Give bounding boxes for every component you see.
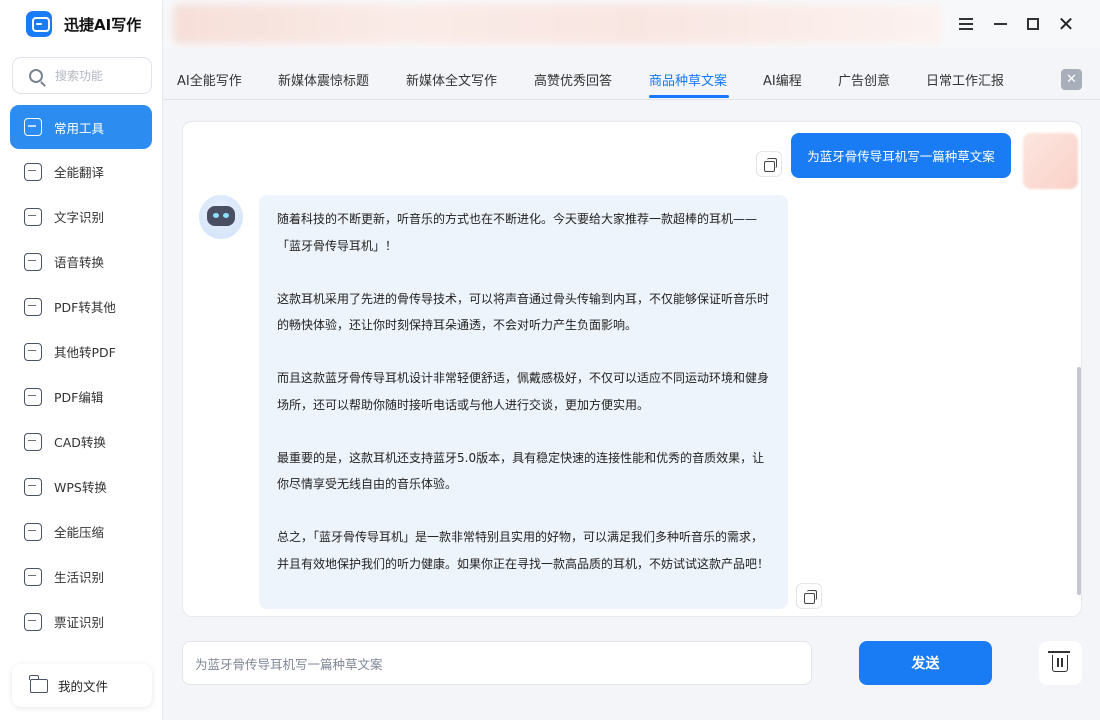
title-bar: ✕ [163, 0, 1100, 48]
wps-convert-icon [24, 477, 42, 496]
menu-icon[interactable] [954, 12, 978, 36]
blurred-banner [173, 4, 943, 44]
sidebar-item-wps-convert[interactable]: WPS转换 [10, 464, 152, 509]
copy-icon[interactable] [756, 151, 782, 177]
tab-ai-writing[interactable]: AI全能写作 [177, 70, 242, 89]
send-button-label: 发送 [911, 656, 940, 672]
user-message-text: 为蓝牙骨传导耳机写一篇种草文案 [807, 149, 995, 164]
sidebar-item-cad-convert[interactable]: CAD转换 [10, 419, 152, 464]
to-pdf-icon [24, 342, 42, 361]
sidebar-item-text-recognition[interactable]: 文字识别 [10, 194, 152, 239]
send-button[interactable]: 发送 [859, 641, 992, 685]
tab-daily-report[interactable]: 日常工作汇报 [926, 70, 1004, 89]
minimize-icon [993, 23, 1007, 25]
sidebar: 迅捷AI写作 搜索功能 常用工具 全能翻译 文字识别 语音转换 PDF转其他 其… [0, 0, 163, 720]
prompt-input-text: 为蓝牙骨传导耳机写一篇种草文案 [195, 656, 383, 672]
sidebar-item-label: PDF转其他 [54, 300, 116, 315]
maximize-icon [1027, 18, 1039, 30]
prompt-input[interactable]: 为蓝牙骨传导耳机写一篇种草文案 [182, 641, 812, 685]
tab-bar: AI全能写作 新媒体震惊标题 新媒体全文写作 高赞优秀回答 商品种草文案 AI编… [163, 48, 1100, 100]
close-window-button[interactable]: ✕ [1054, 12, 1078, 36]
sidebar-item-label: 语音转换 [54, 255, 105, 270]
sidebar-item-label: 常用工具 [54, 120, 105, 136]
tab-ad-ideas[interactable]: 广告创意 [838, 70, 890, 89]
sidebar-item-compress[interactable]: 全能压缩 [10, 509, 152, 554]
bot-paragraph: 这款耳机采用了先进的骨传导技术，可以将声音通过骨头传输到内耳，不仅能够保证听音乐… [277, 291, 770, 333]
sidebar-item-life-recognition[interactable]: 生活识别 [10, 554, 152, 599]
search-icon [29, 68, 43, 83]
cad-convert-icon [24, 432, 42, 451]
sidebar-nav: 常用工具 全能翻译 文字识别 语音转换 PDF转其他 其他转PDF PDF编辑 [10, 105, 152, 644]
translate-icon [24, 162, 42, 181]
tab-product-promo[interactable]: 商品种草文案 [649, 70, 727, 89]
app-title: 迅捷AI写作 [64, 15, 142, 34]
bot-paragraph: 总之，「蓝牙骨传导耳机」是一款非常特别且实用的好物，可以满足我们多种听音乐的需求… [277, 530, 770, 571]
sidebar-item-common-tools[interactable]: 常用工具 [10, 105, 152, 149]
sidebar-item-label: CAD转换 [54, 435, 106, 450]
sidebar-item-ticket-recognition[interactable]: 票证识别 [10, 599, 152, 644]
bot-paragraph: 最重要的是，这款耳机还支持蓝牙5.0版本，具有稳定快速的连接性能和优秀的音质效果… [277, 450, 765, 492]
close-icon: ✕ [1057, 12, 1075, 36]
avatar [1023, 133, 1078, 189]
toolbox-icon [24, 118, 42, 136]
robot-icon [207, 206, 235, 226]
scrollbar[interactable] [1077, 367, 1081, 595]
tab-full-article[interactable]: 新媒体全文写作 [406, 70, 497, 89]
pdf-edit-icon [24, 387, 42, 406]
user-message: 为蓝牙骨传导耳机写一篇种草文案 [791, 133, 1011, 178]
bot-avatar [199, 195, 243, 239]
sidebar-item-label: 全能压缩 [54, 525, 105, 540]
close-icon: ✕ [1066, 72, 1077, 87]
sidebar-item-pdf-edit[interactable]: PDF编辑 [10, 374, 152, 419]
search-input[interactable]: 搜索功能 [12, 57, 152, 94]
search-placeholder: 搜索功能 [55, 69, 104, 83]
bot-message: 随着科技的不断更新，听音乐的方式也在不断进化。今天要给大家推荐一款超棒的耳机——… [259, 195, 788, 609]
sidebar-item-voice-convert[interactable]: 语音转换 [10, 239, 152, 284]
sidebar-item-label: PDF编辑 [54, 390, 104, 405]
clear-button[interactable] [1039, 641, 1082, 685]
sidebar-item-label: 全能翻译 [54, 165, 105, 180]
trash-icon [1048, 651, 1070, 672]
tab-top-answers[interactable]: 高赞优秀回答 [534, 70, 612, 89]
chat-panel: 为蓝牙骨传导耳机写一篇种草文案 随着科技的不断更新，听音乐的方式也在不断进化。今… [182, 121, 1082, 617]
tab-ai-coding[interactable]: AI编程 [763, 70, 802, 89]
sidebar-item-pdf-convert[interactable]: PDF转其他 [10, 284, 152, 329]
sidebar-item-label: 文字识别 [54, 210, 105, 225]
tab-shock-title[interactable]: 新媒体震惊标题 [278, 70, 369, 89]
voice-convert-icon [24, 252, 42, 271]
sidebar-item-label: WPS转换 [54, 480, 107, 495]
maximize-button[interactable] [1021, 12, 1045, 36]
folder-icon [29, 674, 48, 693]
minimize-button[interactable] [988, 12, 1012, 36]
active-tab-indicator [649, 95, 729, 98]
my-files-label: 我的文件 [58, 679, 109, 694]
bot-paragraph: 而且这款蓝牙骨传导耳机设计非常轻便舒适，佩戴感极好，不仅可以适应不同运动环境和健… [277, 371, 770, 412]
life-recognition-icon [24, 567, 42, 586]
app-logo-icon [26, 11, 52, 37]
my-files-button[interactable]: 我的文件 [12, 664, 152, 707]
compress-icon [24, 522, 42, 541]
text-recognition-icon [24, 207, 42, 226]
pdf-convert-icon [24, 297, 42, 316]
copy-icon[interactable] [796, 583, 822, 609]
brand: 迅捷AI写作 [26, 10, 141, 38]
sidebar-item-translate[interactable]: 全能翻译 [10, 149, 152, 194]
sidebar-item-to-pdf[interactable]: 其他转PDF [10, 329, 152, 374]
close-tab-button[interactable]: ✕ [1061, 69, 1082, 90]
sidebar-item-label: 票证识别 [54, 615, 105, 630]
sidebar-item-label: 其他转PDF [54, 345, 116, 360]
bot-paragraph: 随着科技的不断更新，听音乐的方式也在不断进化。今天要给大家推荐一款超棒的耳机——… [277, 212, 758, 253]
ticket-recognition-icon [24, 612, 42, 631]
sidebar-item-label: 生活识别 [54, 570, 105, 585]
